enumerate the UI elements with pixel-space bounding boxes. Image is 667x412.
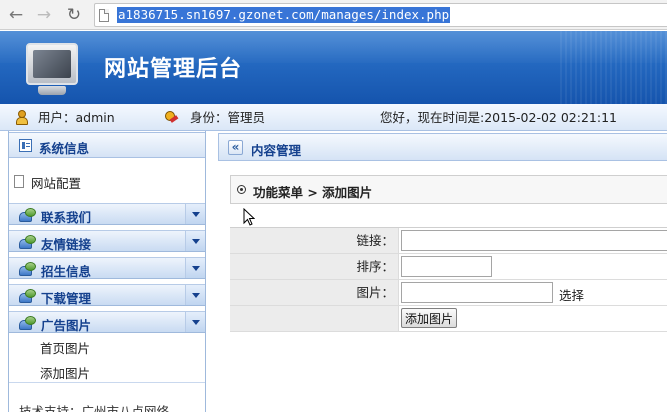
add-image-button[interactable]: 添加图片 xyxy=(401,308,458,328)
forward-arrow-icon[interactable]: → xyxy=(34,5,54,25)
main-content: « 内容管理 功能菜单 > 添加图片 链接： 排序： 图片： 选择 添加图片 xyxy=(218,131,667,412)
add-image-link[interactable]: 添加图片 xyxy=(40,363,90,382)
sidebar-divider xyxy=(9,382,205,383)
info-panel-icon xyxy=(19,139,32,152)
mouse-cursor-icon xyxy=(243,208,255,226)
users-icon xyxy=(19,289,36,303)
users-icon xyxy=(19,316,36,330)
sidebar-group-ads[interactable]: 广告图片 xyxy=(9,311,205,333)
sidebar-group-label: 招生信息 xyxy=(41,264,92,279)
user-icon xyxy=(15,110,28,125)
tech-support-text: 技术支持：广州市八点网络 xyxy=(19,404,170,412)
homepage-images-link[interactable]: 首页图片 xyxy=(40,338,90,357)
sidebar-group-links[interactable]: 友情链接 xyxy=(9,230,205,252)
role-icon xyxy=(163,109,179,125)
document-icon xyxy=(14,175,24,188)
banner-stripe xyxy=(560,31,667,104)
sidebar-group-label: 下载管理 xyxy=(41,291,92,306)
sidebar-group-label: 广告图片 xyxy=(41,318,92,333)
page-title: 网站管理后台 xyxy=(104,57,243,82)
browser-toolbar: ← → ↻ a1836715.sn1697.gzonet.com/manages… xyxy=(0,0,667,30)
user-info-bar: 用户：admin 身份：管理员 您好，现在时间是:2015-02-02 02:2… xyxy=(0,104,667,131)
sidebar-group-enrollment[interactable]: 招生信息 xyxy=(9,257,205,279)
address-bar[interactable]: a1836715.sn1697.gzonet.com/manages/index… xyxy=(94,3,667,27)
users-icon xyxy=(19,262,36,276)
image-label: 图片： xyxy=(230,280,399,305)
sidebar-group-contact[interactable]: 联系我们 xyxy=(9,203,205,225)
chevron-down-icon[interactable] xyxy=(185,204,205,224)
sidebar-item-label: 系统信息 xyxy=(39,141,90,156)
users-icon xyxy=(19,235,36,249)
content-title: 内容管理 xyxy=(251,143,302,158)
link-input[interactable] xyxy=(401,230,667,251)
sidebar-item-system-info[interactable]: 系统信息 xyxy=(9,132,205,158)
reload-icon[interactable]: ↻ xyxy=(64,5,84,25)
target-icon xyxy=(237,185,246,194)
order-label: 排序： xyxy=(230,254,399,279)
address-bar-url[interactable]: a1836715.sn1697.gzonet.com/manages/index… xyxy=(117,7,451,23)
submit-label-cell xyxy=(230,306,399,331)
form-row-image: 图片： 选择 xyxy=(230,280,667,306)
site-banner: 网站管理后台 xyxy=(0,31,667,104)
user-role: 身份：管理员 xyxy=(190,110,266,125)
image-file-input[interactable] xyxy=(401,282,553,303)
breadcrumb-text: 功能菜单 > 添加图片 xyxy=(253,185,373,200)
breadcrumb: 功能菜单 > 添加图片 xyxy=(230,175,667,204)
order-input[interactable] xyxy=(401,256,492,277)
users-icon xyxy=(19,208,36,222)
collapse-sidebar-icon[interactable]: « xyxy=(228,140,243,155)
sidebar-group-label: 友情链接 xyxy=(41,237,92,252)
sidebar-group-downloads[interactable]: 下载管理 xyxy=(9,284,205,306)
current-user: 用户：admin xyxy=(38,110,115,125)
chevron-down-icon[interactable] xyxy=(185,312,205,332)
monitor-icon xyxy=(26,43,78,85)
add-image-form: 链接： 排序： 图片： 选择 添加图片 xyxy=(230,227,667,332)
form-row-order: 排序： xyxy=(230,254,667,280)
sidebar: 系统信息 网站配置 联系我们 友情链接 招生信息 下载管理 广告图片 首页图片 … xyxy=(8,131,206,412)
content-header: « 内容管理 xyxy=(218,133,667,161)
browse-button[interactable]: 选择 xyxy=(559,285,584,304)
chevron-down-icon[interactable] xyxy=(185,258,205,278)
link-label: 链接： xyxy=(230,228,399,253)
page-icon xyxy=(99,9,109,22)
current-time: 您好，现在时间是:2015-02-02 02:21:11 xyxy=(380,110,617,125)
site-config-link[interactable]: 网站配置 xyxy=(31,173,81,192)
form-row-link: 链接： xyxy=(230,228,667,254)
sidebar-group-label: 联系我们 xyxy=(41,210,92,225)
back-arrow-icon[interactable]: ← xyxy=(6,5,26,25)
chevron-down-icon[interactable] xyxy=(185,231,205,251)
chevron-down-icon[interactable] xyxy=(185,285,205,305)
monitor-stand xyxy=(38,86,66,95)
form-row-submit: 添加图片 xyxy=(230,306,667,332)
